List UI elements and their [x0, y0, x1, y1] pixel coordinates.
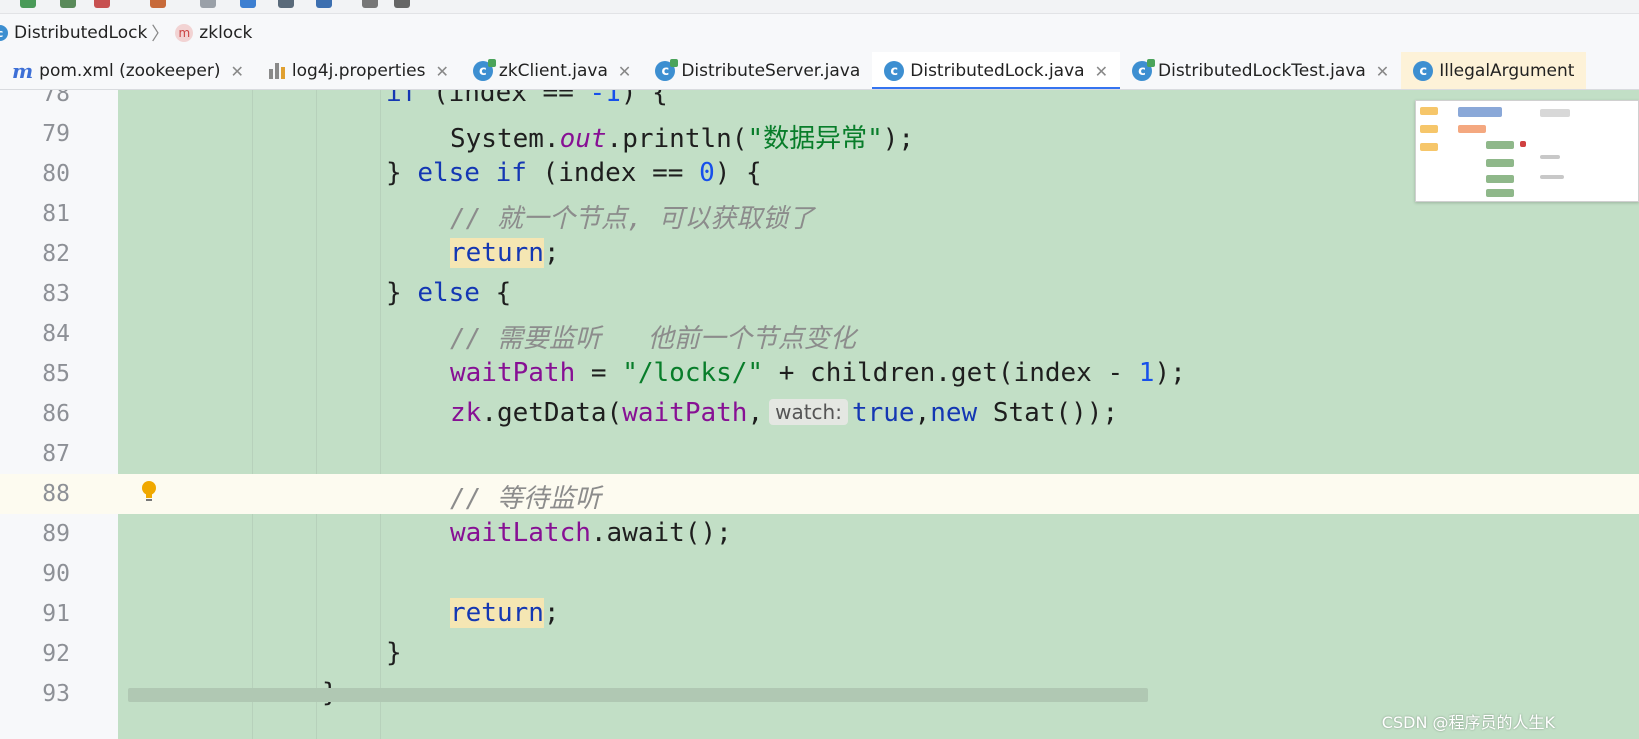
java-class-icon: c: [0, 25, 8, 41]
main-toolbar: [0, 0, 1639, 14]
line-number: 89: [42, 521, 70, 547]
code-comment: // 就一个节点, 可以获取锁了: [450, 204, 815, 234]
debug-icon[interactable]: [60, 0, 76, 8]
build-icon[interactable]: [150, 0, 166, 8]
code-line: 81 // 就一个节点, 可以获取锁了: [0, 194, 1639, 234]
line-number: 93: [42, 681, 70, 707]
line-number: 91: [42, 601, 70, 627]
code-text: waitLatch.await();: [450, 518, 732, 548]
breadcrumb: c DistributedLock 〉 m zklock: [0, 14, 1639, 52]
tab-illegalargument[interactable]: c IllegalArgument: [1401, 52, 1587, 89]
code-text: return;: [450, 238, 560, 268]
profile-icon[interactable]: [94, 0, 110, 8]
structure-icon[interactable]: [316, 0, 332, 8]
line-number: 88: [42, 481, 70, 507]
breadcrumb-method[interactable]: m zklock: [175, 23, 252, 43]
code-editor[interactable]: 78 if (index == -1) { 79 System.out.prin…: [0, 90, 1639, 739]
code-line: 86 zk.getData(waitPath, watch: true,new St…: [0, 394, 1639, 434]
search-icon[interactable]: [394, 0, 410, 8]
close-icon[interactable]: ✕: [1095, 62, 1108, 81]
parameter-hint: watch:: [769, 399, 848, 425]
code-line: 84 // 需要监听 他前一个节点变化: [0, 314, 1639, 354]
tab-log4j-properties[interactable]: log4j.properties ✕: [256, 52, 461, 89]
code-text: if (index == -1) {: [386, 90, 668, 108]
close-icon[interactable]: ✕: [230, 62, 243, 81]
code-comment: // 等待监听: [450, 484, 601, 514]
java-class-icon: c: [884, 61, 905, 81]
line-number: 86: [42, 401, 70, 427]
tab-distributedlock-java[interactable]: c DistributedLock.java ✕: [872, 52, 1120, 89]
method-icon: m: [175, 24, 194, 42]
line-number: 79: [42, 121, 70, 147]
line-number: 84: [42, 321, 70, 347]
code-line: 87: [0, 434, 1639, 474]
line-number: 81: [42, 201, 70, 227]
code-line: 89 waitLatch.await();: [0, 514, 1639, 554]
tab-zkclient-java[interactable]: c zkClient.java ✕: [461, 52, 643, 89]
line-number: 92: [42, 641, 70, 667]
code-text: System.out.println("数据异常");: [450, 124, 915, 154]
code-line: 82 return;: [0, 234, 1639, 274]
code-line: 83 } else {: [0, 274, 1639, 314]
tab-label: DistributedLockTest.java: [1158, 61, 1366, 81]
line-number: 90: [42, 561, 70, 587]
java-class-icon: c: [655, 59, 679, 81]
code-text: }: [386, 638, 402, 668]
code-line: 91 return;: [0, 594, 1639, 634]
watermark: CSDN @程序员的人生K: [1381, 713, 1555, 732]
code-line: 79 System.out.println("数据异常");: [0, 114, 1639, 154]
tab-label: IllegalArgument: [1439, 61, 1575, 81]
tab-pom-xml[interactable]: m pom.xml (zookeeper) ✕: [0, 52, 256, 89]
close-icon[interactable]: ✕: [1376, 62, 1389, 81]
commit-icon[interactable]: [278, 0, 294, 8]
close-icon[interactable]: ✕: [435, 62, 448, 81]
java-class-icon: c: [1132, 59, 1155, 81]
line-number: 82: [42, 241, 70, 267]
line-number: 78: [42, 90, 70, 107]
breadcrumb-class[interactable]: c DistributedLock: [0, 23, 147, 43]
run-icon[interactable]: [20, 0, 36, 8]
code-text: } else {: [386, 278, 512, 308]
tab-label: zkClient.java: [498, 61, 608, 81]
code-line: 85 waitPath = "/locks/" + children.get(i…: [0, 354, 1639, 394]
code-line: 90: [0, 554, 1639, 594]
line-number: 85: [42, 361, 70, 387]
java-class-icon: c: [1413, 61, 1434, 81]
tab-label: DistributeServer.java: [681, 61, 861, 81]
properties-icon: [268, 62, 286, 80]
java-class-icon: c: [472, 59, 496, 81]
tab-label: pom.xml (zookeeper): [39, 61, 221, 81]
current-code-line: 88 // 等待监听: [0, 474, 1639, 514]
horizontal-scrollbar[interactable]: [128, 688, 1148, 702]
line-number: 87: [42, 441, 70, 467]
code-text: } else if (index == 0) {: [386, 158, 762, 188]
tab-label: DistributedLock.java: [910, 61, 1085, 81]
chevron-right-icon: 〉: [151, 24, 170, 45]
vcs-icon[interactable]: [200, 0, 216, 8]
breadcrumb-method-label: zklock: [199, 23, 253, 43]
code-text: return;: [450, 598, 560, 628]
code-text: zk.getData(waitPath, watch: true,new Stat(…: [450, 398, 1119, 428]
code-text: waitPath = "/locks/" + children.get(inde…: [450, 358, 1186, 388]
maven-icon: m: [12, 59, 34, 83]
tab-distributeserver-java[interactable]: c DistributeServer.java: [643, 52, 872, 89]
code-line: 80 } else if (index == 0) {: [0, 154, 1639, 194]
tab-label: log4j.properties: [291, 61, 426, 81]
code-line: 78 if (index == -1) {: [0, 90, 1639, 114]
code-line: 92 }: [0, 634, 1639, 674]
line-number: 80: [42, 161, 70, 187]
code-comment: // 需要监听 他前一个节点变化: [450, 324, 856, 354]
lightbulb-icon[interactable]: [141, 480, 157, 504]
update-icon[interactable]: [240, 0, 256, 8]
close-icon[interactable]: ✕: [618, 62, 631, 81]
diagram-thumbnail[interactable]: [1415, 100, 1639, 202]
editor-tabs: m pom.xml (zookeeper) ✕ log4j.properties…: [0, 52, 1639, 90]
window-icon[interactable]: [362, 0, 378, 8]
line-number: 83: [42, 281, 70, 307]
tab-distributedlocktest-java[interactable]: c DistributedLockTest.java ✕: [1120, 52, 1401, 89]
breadcrumb-class-label: DistributedLock: [14, 23, 148, 43]
